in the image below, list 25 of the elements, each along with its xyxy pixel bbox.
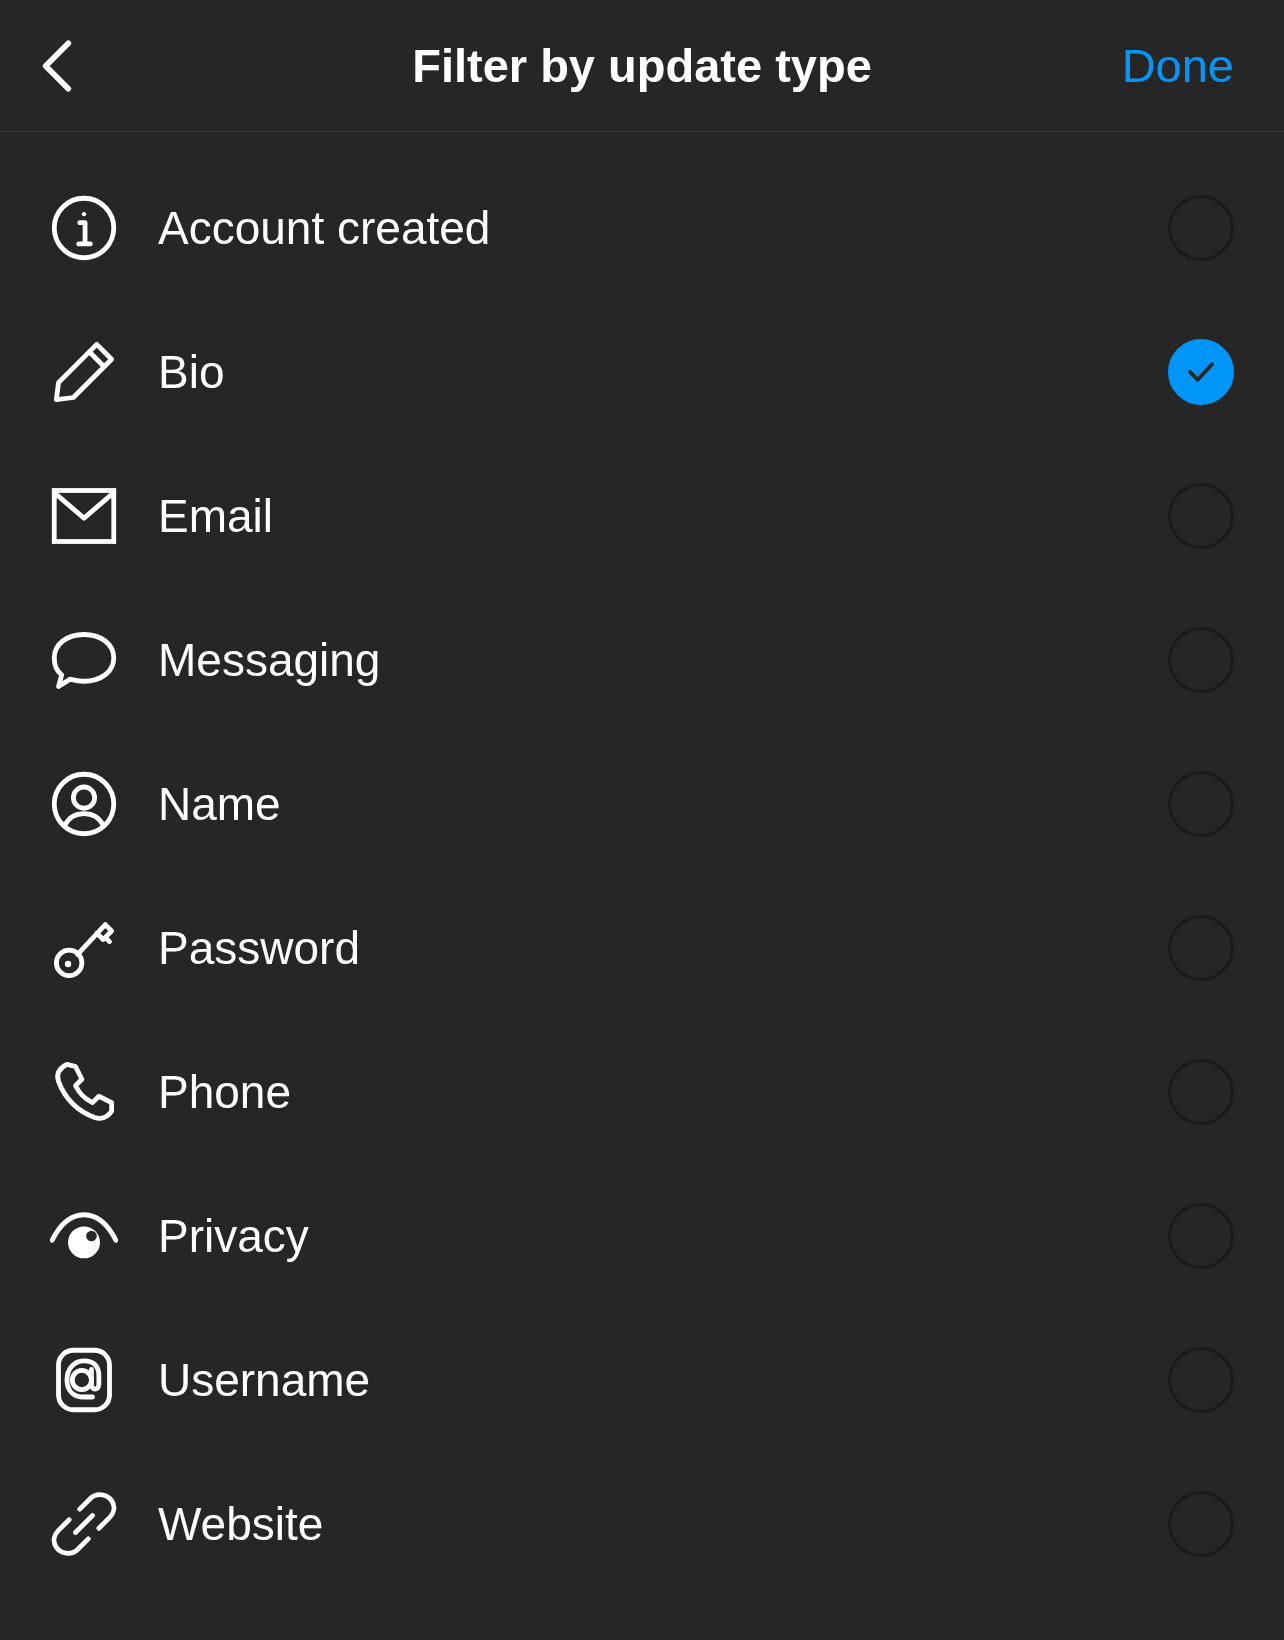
option-label: Website bbox=[158, 1497, 325, 1551]
filter-option[interactable]: Email bbox=[0, 444, 1284, 588]
option-label: Username bbox=[158, 1353, 372, 1407]
filter-option[interactable]: Website bbox=[0, 1452, 1284, 1596]
filter-option[interactable]: Privacy bbox=[0, 1164, 1284, 1308]
filter-option[interactable]: Messaging bbox=[0, 588, 1284, 732]
option-label: Account created bbox=[158, 201, 492, 255]
filter-option[interactable]: Username bbox=[0, 1308, 1284, 1452]
filter-option[interactable]: Name bbox=[0, 732, 1284, 876]
option-label: Bio bbox=[158, 345, 226, 399]
done-button[interactable]: Done bbox=[1121, 38, 1234, 93]
filter-option[interactable]: Phone bbox=[0, 1020, 1284, 1164]
option-label: Name bbox=[158, 777, 282, 831]
option-label: Phone bbox=[158, 1065, 292, 1119]
user-icon bbox=[50, 770, 118, 838]
link-icon bbox=[50, 1490, 118, 1558]
info-icon bbox=[50, 194, 118, 262]
option-label: Password bbox=[158, 921, 361, 975]
filter-option[interactable]: Account created bbox=[0, 156, 1284, 300]
option-label: Privacy bbox=[158, 1209, 310, 1263]
option-label: Email bbox=[158, 489, 275, 543]
filter-option[interactable]: Bio bbox=[0, 300, 1284, 444]
screen-title: Filter by update type bbox=[412, 38, 872, 93]
option-label: Messaging bbox=[158, 633, 382, 687]
filter-option[interactable]: Password bbox=[0, 876, 1284, 1020]
